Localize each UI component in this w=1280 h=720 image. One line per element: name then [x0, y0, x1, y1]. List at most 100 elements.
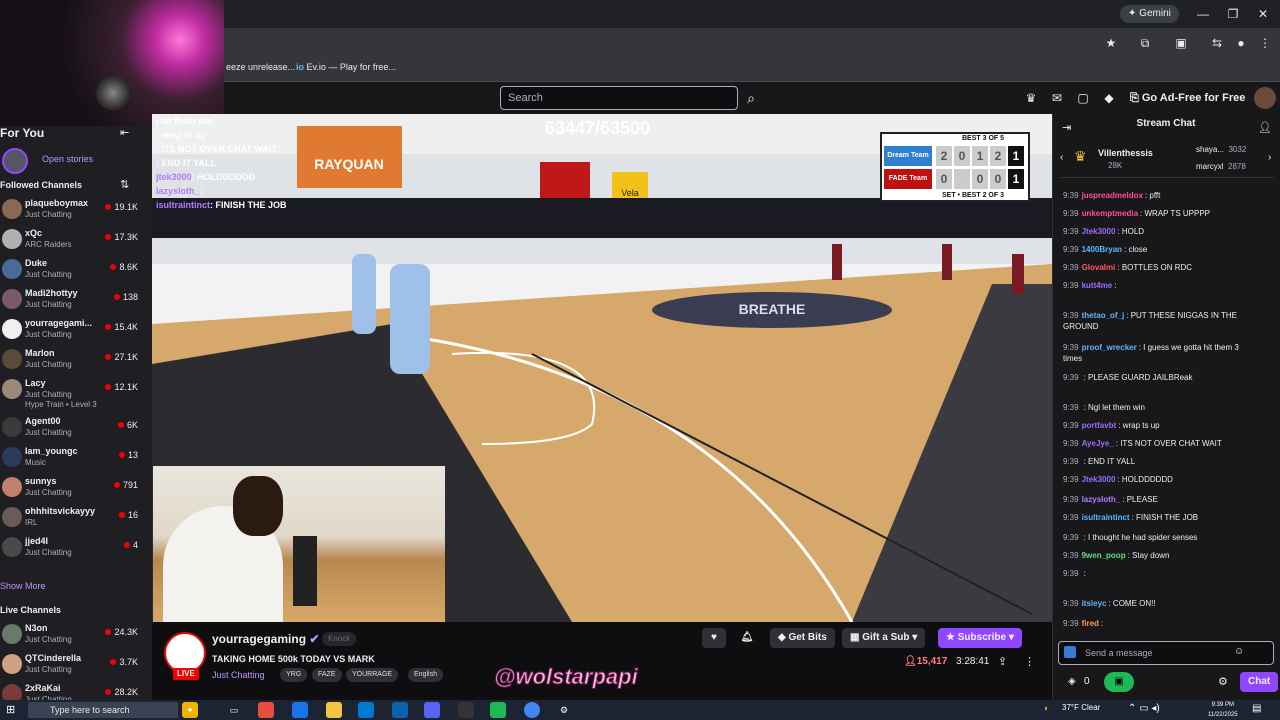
app-icon-2[interactable] — [458, 702, 474, 718]
sort-icon[interactable]: ⇅ — [120, 178, 129, 191]
share-icon[interactable]: ⇪ — [998, 655, 1007, 668]
chat-username[interactable]: 9wen_poop — [1082, 551, 1126, 560]
user-avatar[interactable] — [1254, 87, 1276, 109]
tag-faze[interactable]: FAZE — [312, 668, 342, 682]
tag-yourrage[interactable]: YOURRAGE — [346, 668, 399, 682]
overlay-chat-user: isultraintinct — [156, 200, 211, 210]
task-view-icon[interactable]: ▭ — [226, 702, 242, 718]
channel-item[interactable]: Marlon Just Chatting 27.1K — [0, 346, 140, 376]
emote-picker-icon[interactable]: ☺ — [1234, 646, 1244, 657]
stories-avatar[interactable] — [2, 148, 28, 174]
browser-menu-icon[interactable]: ⋮ — [1256, 34, 1274, 52]
chat-username[interactable]: unkemptmedia — [1082, 209, 1138, 218]
settings-app-icon[interactable]: ⚙ — [556, 702, 572, 718]
chrome-icon[interactable] — [524, 702, 540, 718]
channel-game-label: Just Chatting — [25, 428, 72, 437]
gift-sub-button[interactable]: ▦ Gift a Sub ▾ — [842, 628, 926, 648]
notification-center-icon[interactable]: ▤ — [1252, 703, 1261, 714]
channel-item[interactable]: ohhhitsvickayyy IRL 16 — [0, 504, 140, 534]
chat-badge-icon[interactable] — [1064, 646, 1076, 658]
channel-item[interactable]: Madi2hottyy Just Chatting 138 — [0, 286, 140, 316]
crown-icon[interactable]: ♛ — [1022, 90, 1040, 106]
bits-icon[interactable]: ◆ — [1100, 90, 1118, 106]
gemini-button[interactable]: ✦ Gemini — [1120, 5, 1179, 23]
prev-icon[interactable]: ‹ — [1060, 152, 1063, 163]
channel-item[interactable]: jjed4l Just Chatting 4 — [0, 534, 140, 564]
channel-item[interactable]: N3on Just Chatting 24.3K — [0, 621, 140, 651]
chat-username[interactable]: Glovalmi — [1082, 263, 1116, 272]
open-stories-link[interactable]: Open stories — [42, 154, 93, 164]
mail-icon[interactable]: ✉ — [1048, 90, 1066, 106]
chat-username[interactable]: isultraintinct — [1082, 513, 1130, 522]
channel-item[interactable]: Iam_youngc Music 13 — [0, 444, 140, 474]
notify-bell-icon[interactable]: 🔔︎ — [736, 628, 758, 648]
spotify-icon[interactable] — [490, 702, 506, 718]
tray-icons[interactable]: ⌃ ▭ ◂) — [1128, 703, 1160, 714]
channel-item[interactable]: xQc ARC Raiders 17.3K — [0, 226, 140, 256]
collapse-sidebar-icon[interactable]: ⇤ — [120, 126, 129, 139]
channel-item[interactable]: QTCinderella Just Chatting 3.7K — [0, 651, 140, 681]
chat-username[interactable]: thetao_of_j — [1082, 311, 1125, 320]
discord-icon[interactable] — [424, 702, 440, 718]
cast-icon[interactable]: ⇆ — [1208, 34, 1226, 52]
show-more-link[interactable]: Show More — [0, 581, 46, 591]
tag-yrg[interactable]: YRG — [280, 668, 308, 682]
knock-button[interactable]: Knock — [322, 632, 357, 646]
bookmark-star-icon[interactable]: ★ — [1102, 34, 1120, 52]
chat-username[interactable]: kutt4me — [1082, 281, 1113, 290]
widgets-icon[interactable]: ✦ — [182, 702, 198, 718]
get-bits-button[interactable]: ◆ Get Bits — [770, 628, 835, 648]
edge-icon[interactable] — [292, 702, 308, 718]
chat-send-button[interactable]: Chat — [1240, 672, 1279, 692]
search-icon[interactable]: ⌕ — [740, 86, 762, 110]
chat-username[interactable]: AyeJye_ — [1082, 439, 1114, 448]
chat-username[interactable]: Jtek3000 — [1082, 475, 1116, 484]
chat-username[interactable]: fired — [1082, 619, 1099, 628]
chat-username[interactable]: Jtek3000 — [1082, 227, 1116, 236]
channel-name[interactable]: yourragegaming ✔ — [212, 632, 319, 646]
next-icon[interactable]: › — [1268, 152, 1271, 163]
channel-item[interactable]: Duke Just Chatting 8.6K — [0, 256, 140, 286]
channel-points-icon[interactable]: ◈ — [1068, 676, 1076, 687]
chat-username[interactable]: portfavbt — [1082, 421, 1117, 430]
channel-item[interactable]: sunnys Just Chatting 791 — [0, 474, 140, 504]
tag-english[interactable]: English — [408, 668, 443, 682]
more-options-icon[interactable]: ⋮ — [1024, 655, 1035, 668]
chat-username[interactable]: proof_wrecker — [1082, 343, 1137, 352]
windows-start-icon[interactable]: ⊞ — [6, 703, 15, 716]
maximize-icon[interactable]: ❐ — [1218, 4, 1248, 24]
mail-app-icon[interactable] — [392, 702, 408, 718]
chat-time: 9:39 — [1063, 457, 1079, 466]
chat-username[interactable]: itsleyc — [1082, 599, 1107, 608]
chat-time: 9:39 — [1063, 373, 1079, 382]
chat-username[interactable]: juspreadmeldox — [1082, 191, 1143, 200]
channel-item[interactable]: yourragegami... Just Chatting 15.4K — [0, 316, 140, 346]
app-icon-1[interactable] — [258, 702, 274, 718]
channel-item[interactable]: Lacy Just Chatting 12.1K Hype Train • Level… — [0, 376, 140, 409]
chat-username[interactable]: lazysloth_ — [1082, 495, 1121, 504]
channel-viewers: 791 — [114, 480, 138, 490]
file-explorer-icon[interactable] — [326, 702, 342, 718]
chat-text: : I thought he had spider senses — [1083, 533, 1198, 542]
channel-item[interactable]: plaqueboymax Just Chatting 19.1K — [0, 196, 140, 226]
claim-bonus-icon[interactable]: ▣ — [1104, 672, 1134, 692]
follow-heart-icon[interactable]: ♥ — [702, 628, 726, 648]
chat-username[interactable]: 1400Bryan — [1082, 245, 1122, 254]
taskbar-search[interactable]: Type here to search — [28, 702, 178, 718]
minimize-icon[interactable]: — — [1188, 4, 1218, 24]
profile-icon[interactable]: ● — [1232, 34, 1250, 52]
notifications-icon[interactable]: ▢ — [1074, 90, 1092, 106]
channel-item[interactable]: Agent00 Just Chatting 6K — [0, 414, 140, 444]
store-icon[interactable] — [358, 702, 374, 718]
subscribe-button[interactable]: ★ Subscribe ▾ — [938, 628, 1022, 648]
bookmark-item-2[interactable]: io Ev.io — Play for free... — [296, 62, 396, 72]
sidepanel-icon[interactable]: ▣ — [1172, 34, 1190, 52]
chat-users-icon[interactable]: 👤︎ — [1258, 121, 1272, 134]
search-input[interactable]: Search — [500, 86, 738, 110]
close-icon[interactable]: ✕ — [1248, 4, 1278, 24]
chat-settings-icon[interactable]: ⚙ — [1218, 675, 1228, 688]
extensions-icon[interactable]: ⧉ — [1136, 34, 1154, 52]
ad-free-button[interactable]: ⎘ Go Ad-Free for Free — [1130, 88, 1245, 108]
stream-category[interactable]: Just Chatting — [212, 670, 265, 680]
bookmark-item-1[interactable]: eeze unrelease... — [226, 62, 295, 72]
